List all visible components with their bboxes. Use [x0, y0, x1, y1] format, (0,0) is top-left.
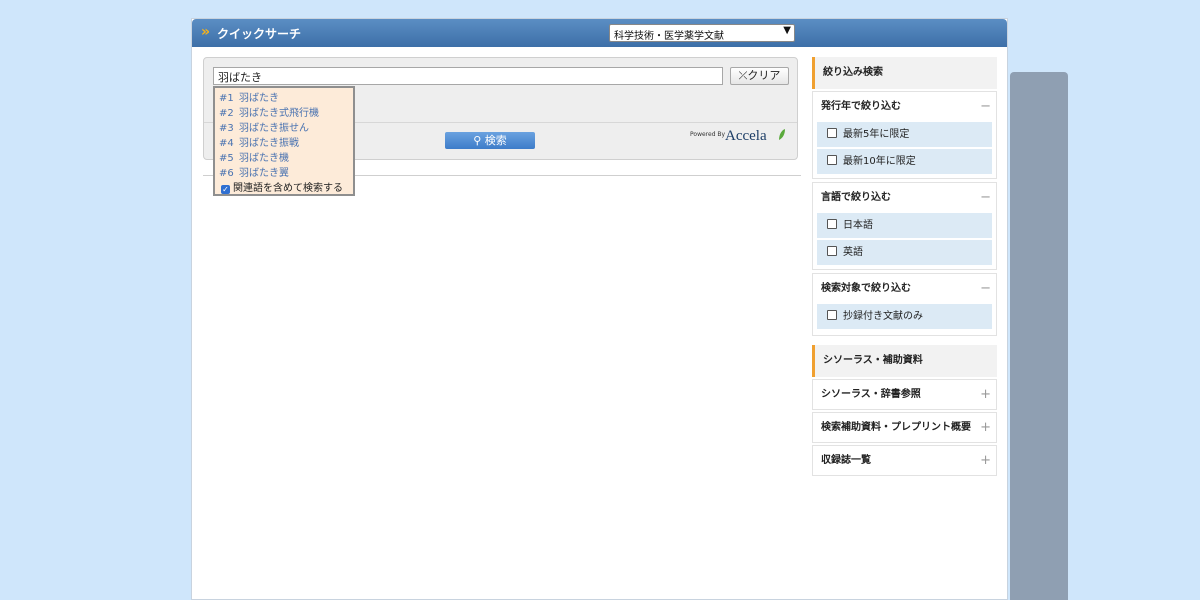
suggestion-text: 羽ばたき振せん: [239, 123, 309, 134]
option-label: 抄録付き文献のみ: [843, 311, 923, 322]
target-filter-title[interactable]: 検索対象で絞り込む −: [813, 274, 996, 304]
suggestion-text: 羽ばたき機: [239, 153, 289, 164]
link-label: 収録誌一覧: [821, 455, 871, 466]
leaf-icon: [779, 129, 785, 140]
chevron-down-icon: ▼: [783, 25, 791, 36]
double-chevron-icon: »: [201, 24, 210, 40]
year-filter-title[interactable]: 発行年で絞り込む −: [813, 92, 996, 122]
target-filter-label: 検索対象で絞り込む: [821, 283, 911, 294]
thesaurus-dictionary-link[interactable]: シソーラス・辞書参照 +: [812, 379, 997, 410]
collapse-icon[interactable]: −: [980, 92, 991, 122]
expand-icon[interactable]: +: [980, 446, 991, 476]
filter-option-abstract-only[interactable]: 抄録付き文献のみ: [817, 304, 992, 329]
filter-option-english[interactable]: 英語: [817, 240, 992, 265]
year-filter-section: 発行年で絞り込む − 最新5年に限定 最新10年に限定: [812, 91, 997, 179]
suggestion-item[interactable]: #2 羽ばたき式飛行機: [219, 104, 319, 119]
suggestion-number: #4: [219, 138, 234, 149]
filter-option-last-5-years[interactable]: 最新5年に限定: [817, 122, 992, 147]
refine-search-header: 絞り込み検索: [812, 57, 997, 89]
suggestion-item[interactable]: #4 羽ばたき振戦: [219, 134, 299, 149]
checkbox[interactable]: [827, 219, 837, 229]
option-label: 日本語: [843, 220, 873, 231]
checkbox[interactable]: [827, 128, 837, 138]
option-label: 英語: [843, 247, 863, 258]
database-select-value: 科学技術・医学薬学文献: [614, 31, 724, 42]
language-filter-section: 言語で絞り込む − 日本語 英語: [812, 182, 997, 270]
language-filter-title[interactable]: 言語で絞り込む −: [813, 183, 996, 213]
target-filter-section: 検索対象で絞り込む − 抄録付き文献のみ: [812, 273, 997, 336]
clear-button-label: クリア: [747, 69, 781, 82]
option-label: 最新10年に限定: [843, 156, 916, 167]
database-select[interactable]: 科学技術・医学薬学文献 ▼: [609, 24, 795, 42]
expand-icon[interactable]: +: [980, 413, 991, 443]
suggestion-number: #1: [219, 93, 234, 104]
language-filter-label: 言語で絞り込む: [821, 192, 891, 203]
checkmark-icon[interactable]: ✓: [221, 185, 230, 194]
accela-logo: Accela: [725, 128, 767, 144]
search-button[interactable]: ⚲ 検索: [445, 132, 535, 149]
thesaurus-header: シソーラス・補助資料: [812, 345, 997, 377]
titlebar: » クイックサーチ 科学技術・医学薬学文献 ▼: [192, 19, 1007, 47]
suggestion-item[interactable]: #1 羽ばたき: [219, 89, 279, 104]
link-label: シソーラス・辞書参照: [821, 389, 921, 400]
suggestion-item[interactable]: #3 羽ばたき振せん: [219, 119, 309, 134]
suggestion-number: #6: [219, 168, 234, 179]
checkbox[interactable]: [827, 310, 837, 320]
checkbox[interactable]: [827, 246, 837, 256]
background-panel: [1010, 72, 1068, 600]
suggestion-text: 羽ばたき翼: [239, 168, 289, 179]
checkbox[interactable]: [827, 155, 837, 165]
search-icon: ⚲: [473, 134, 482, 147]
search-aids-link[interactable]: 検索補助資料・プレプリント概要 +: [812, 412, 997, 443]
powered-by-text: Powered By: [690, 131, 726, 138]
suggestion-text: 羽ばたき振戦: [239, 138, 299, 149]
suggestion-number: #5: [219, 153, 234, 164]
search-input[interactable]: 羽ばたき: [213, 67, 723, 85]
option-label: 最新5年に限定: [843, 129, 910, 140]
filter-option-last-10-years[interactable]: 最新10年に限定: [817, 149, 992, 174]
page-title: クイックサーチ: [217, 27, 302, 41]
suggestion-item[interactable]: #5 羽ばたき機: [219, 149, 289, 164]
related-terms-label: 関連語を含めて検索する: [233, 183, 343, 194]
journal-list-link[interactable]: 収録誌一覧 +: [812, 445, 997, 476]
link-label: 検索補助資料・プレプリント概要: [821, 422, 971, 433]
sidebar: 絞り込み検索 発行年で絞り込む − 最新5年に限定 最新10年に限定 言語で絞り…: [812, 57, 997, 478]
search-button-label: 検索: [484, 134, 507, 147]
suggestion-number: #2: [219, 108, 234, 119]
suggestion-item[interactable]: #6 羽ばたき翼: [219, 164, 289, 179]
expand-icon[interactable]: +: [980, 380, 991, 410]
related-terms-checkbox[interactable]: ✓ 関連語を含めて検索する: [221, 179, 343, 194]
suggestion-text: 羽ばたき: [239, 93, 279, 104]
suggestion-number: #3: [219, 123, 234, 134]
collapse-icon[interactable]: −: [980, 183, 991, 213]
quick-search-window: » クイックサーチ 科学技術・医学薬学文献 ▼ 羽ばたき ⤫クリア ⚲ 検索 P…: [191, 18, 1008, 600]
clear-button[interactable]: ⤫クリア: [730, 67, 789, 85]
filter-option-japanese[interactable]: 日本語: [817, 213, 992, 238]
collapse-icon[interactable]: −: [980, 274, 991, 304]
year-filter-label: 発行年で絞り込む: [821, 101, 901, 112]
suggestion-dropdown: #1 羽ばたき #2 羽ばたき式飛行機 #3 羽ばたき振せん #4 羽ばたき振戦 #5 羽…: [213, 86, 355, 196]
suggestion-text: 羽ばたき式飛行機: [239, 108, 319, 119]
